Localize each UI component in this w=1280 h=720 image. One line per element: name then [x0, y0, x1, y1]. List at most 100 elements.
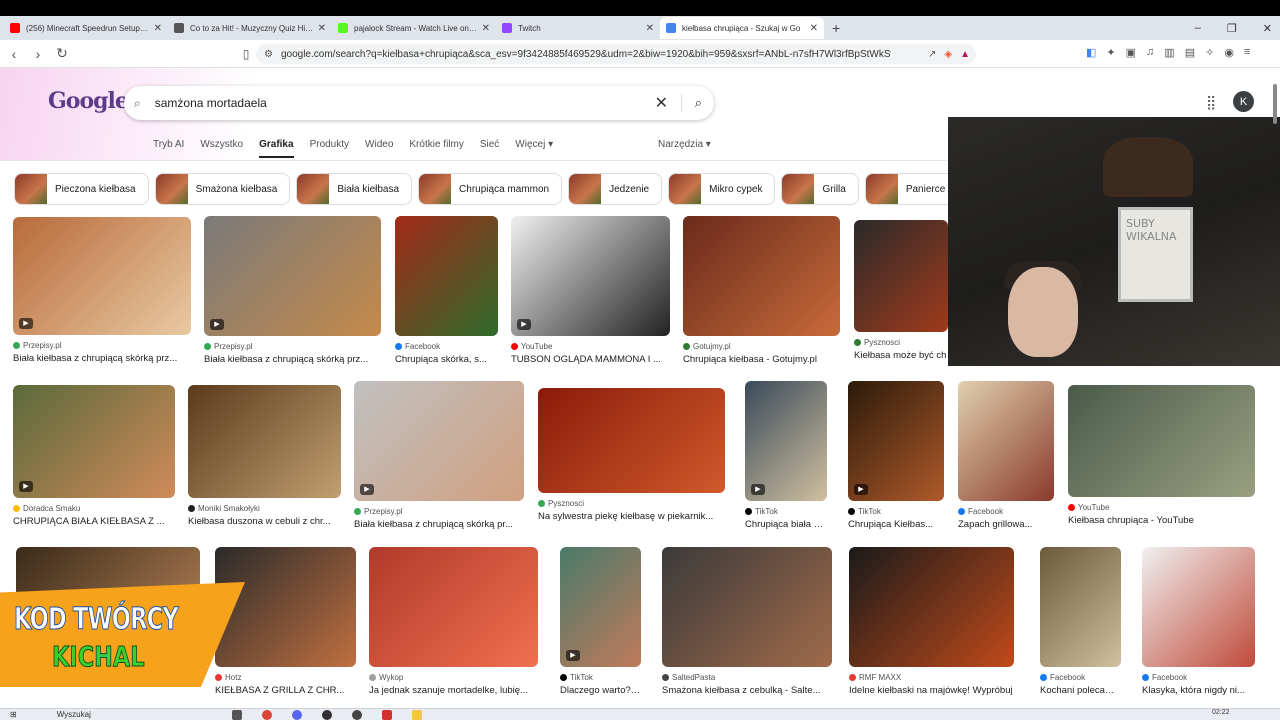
image-result[interactable]: YouTube Kiełbasa chrupiąca - YouTube [1068, 385, 1255, 526]
app-icon[interactable] [382, 710, 392, 720]
image-result[interactable]: ▶ TikTok Dlaczego warto? ... [560, 547, 641, 696]
image-result[interactable]: ▶ YouTube TUBSON OGLĄDA MAMMONA I ... [511, 216, 670, 365]
clear-icon[interactable]: ✕ [655, 93, 668, 113]
close-icon[interactable]: ✕ [154, 23, 162, 34]
filter-chip[interactable]: Grilla [781, 173, 859, 205]
result-source[interactable]: RMF MAXX [849, 673, 1014, 682]
brave-shield-icon[interactable]: ◈ [944, 49, 952, 60]
new-tab-button[interactable]: + [832, 20, 840, 36]
filter-chip[interactable]: Mikro cypek [668, 173, 776, 205]
result-source[interactable]: TikTok [745, 507, 827, 516]
image-result[interactable]: Wykop Ja jednak szanuje mortadelke, lubię… [369, 547, 538, 696]
app-icon[interactable] [352, 710, 362, 720]
image-result[interactable]: ▶ Przepisy.pl Biała kiełbasa z chrupiącą s… [354, 381, 524, 530]
tools-dropdown[interactable]: Narzędzia ▾ [658, 139, 711, 150]
result-thumbnail[interactable]: ▶ [511, 216, 670, 336]
result-source[interactable]: Facebook [1040, 673, 1121, 682]
obs-icon[interactable] [322, 710, 332, 720]
tab-products[interactable]: Produkty [310, 139, 349, 158]
browser-tab-active[interactable]: kiełbasa chrupiąca - Szukaj w Go ✕ [660, 17, 824, 39]
result-thumbnail[interactable] [662, 547, 832, 667]
result-title[interactable]: Kiełbasa może być ch [854, 350, 948, 361]
image-result[interactable]: Facebook Klasyka, która nigdy ni... [1142, 547, 1255, 696]
image-result[interactable]: Pysznosci Na sylwestra piekę kiełbasę w p… [538, 388, 725, 522]
result-title[interactable]: Smażona kiełbasa z cebulką - Salte... [662, 685, 832, 696]
result-thumbnail[interactable]: ▶ [13, 217, 191, 335]
result-title[interactable]: TUBSON OGLĄDA MAMMONA I ... [511, 354, 670, 365]
scrollbar-thumb[interactable] [1273, 84, 1277, 124]
result-thumbnail[interactable]: ▶ [745, 381, 827, 501]
tab-more[interactable]: Więcej ▾ [515, 139, 553, 158]
start-icon[interactable]: ⊞ [10, 710, 17, 719]
filter-chip[interactable]: Biała kiełbasa [296, 173, 413, 205]
result-thumbnail[interactable] [1040, 547, 1121, 667]
result-source[interactable]: Gotujmy.pl [683, 342, 840, 351]
result-title[interactable]: Biała kiełbasa z chrupiącą skórką pr... [354, 519, 524, 530]
result-title[interactable]: CHRUPIĄCA BIAŁA KIEŁBASA Z ... [13, 516, 175, 527]
wallet-icon[interactable]: ▤ [1185, 46, 1195, 59]
minimize-button[interactable]: – [1195, 22, 1201, 34]
result-title[interactable]: Klasyka, która nigdy ni... [1142, 685, 1255, 696]
close-icon[interactable]: ✕ [646, 23, 654, 34]
result-thumbnail[interactable] [683, 216, 840, 336]
result-title[interactable]: Ja jednak szanuje mortadelke, lubię... [369, 685, 538, 696]
result-thumbnail[interactable] [369, 547, 538, 667]
result-source[interactable]: Moniki Smakołyki [188, 504, 341, 513]
result-thumbnail[interactable] [395, 216, 498, 336]
result-source[interactable]: Pysznosci [538, 499, 725, 508]
apps-grid-icon[interactable]: ⣿ [1206, 94, 1216, 111]
google-logo[interactable]: Google [48, 88, 129, 114]
tab-short-videos[interactable]: Krótkie filmy [409, 139, 463, 158]
result-source[interactable]: Przepisy.pl [13, 341, 191, 350]
browser-tab[interactable]: (256) Minecraft Speedrun Setup Guid ✕ [4, 17, 168, 39]
result-source[interactable]: Wykop [369, 673, 538, 682]
search-input[interactable] [154, 96, 635, 110]
search-box[interactable]: ⌕ ✕ ⌕ [124, 86, 714, 120]
result-source[interactable]: YouTube [511, 342, 670, 351]
result-source[interactable]: Pysznosci [854, 338, 948, 347]
result-thumbnail[interactable]: ▶ [13, 385, 175, 498]
chrome-icon[interactable] [262, 710, 272, 720]
close-icon[interactable]: ✕ [482, 23, 490, 34]
image-result[interactable]: Moniki Smakołyki Kiełbasa duszona w cebul… [188, 385, 341, 527]
url-text[interactable]: google.com/search?q=kiełbasa+chrupiąca&s… [281, 49, 891, 60]
result-thumbnail[interactable] [958, 381, 1054, 501]
image-result[interactable]: Pysznosci Kiełbasa może być ch [854, 220, 948, 361]
image-result[interactable]: ▶ TikTok Chrupiąca biała kie... [745, 381, 827, 530]
close-window-button[interactable]: ✕ [1263, 22, 1272, 35]
result-source[interactable]: Facebook [958, 507, 1054, 516]
image-result[interactable]: Facebook Chrupiąca skórka, s... [395, 216, 498, 365]
close-icon[interactable]: ✕ [810, 23, 818, 34]
discord-icon[interactable] [292, 710, 302, 720]
result-title[interactable]: Kochani polecamy ... [1040, 685, 1121, 696]
result-thumbnail[interactable] [854, 220, 948, 332]
result-title[interactable]: Kiełbasa duszona w cebuli z chr... [188, 516, 341, 527]
image-result[interactable]: Facebook Kochani polecamy ... [1040, 547, 1121, 696]
result-title[interactable]: Zapach grillowa... [958, 519, 1054, 530]
image-result[interactable]: ▶ Doradca Smaku CHRUPIĄCA BIAŁA KIEŁBASA Z… [13, 385, 175, 527]
leo-icon[interactable]: ✧ [1205, 46, 1214, 59]
result-title[interactable]: Idelne kiełbaski na majówkę! Wypróbuj [849, 685, 1014, 696]
back-icon[interactable]: ‹ [4, 46, 24, 62]
result-source[interactable]: TikTok [560, 673, 641, 682]
image-result[interactable]: ▶ Przepisy.pl Biała kiełbasa z chrupiącą s… [204, 216, 381, 365]
rewards-icon[interactable]: ▲ [960, 49, 970, 60]
result-source[interactable]: Facebook [1142, 673, 1255, 682]
browser-tab[interactable]: pajalock Stream - Watch Live on Kick ✕ [332, 17, 496, 39]
result-source[interactable]: TikTok [848, 507, 944, 516]
tab-images[interactable]: Grafika [259, 139, 294, 158]
image-result[interactable]: Gotujmy.pl Chrupiąca kiełbasa - Gotujmy.p… [683, 216, 840, 365]
translate-icon[interactable]: ◧ [1086, 46, 1096, 59]
site-info-icon[interactable]: ⚙ [264, 49, 273, 60]
result-title[interactable]: Chrupiąca skórka, s... [395, 354, 498, 365]
result-title[interactable]: Dlaczego warto? ... [560, 685, 641, 696]
result-title[interactable]: Biała kiełbasa z chrupiącą skórką prz... [204, 354, 381, 365]
search-button-icon[interactable]: ⌕ [695, 95, 702, 111]
browser-tab[interactable]: Twitch ✕ [496, 17, 660, 39]
result-title[interactable]: Biała kiełbasa z chrupiącą skórką prz... [13, 353, 191, 364]
tab-ai-mode[interactable]: Tryb AI [153, 139, 184, 158]
result-source[interactable]: Doradca Smaku [13, 504, 175, 513]
extensions-icon[interactable]: ✦ [1106, 46, 1115, 59]
result-source[interactable]: YouTube [1068, 503, 1255, 512]
result-title[interactable]: Kiełbasa chrupiąca - YouTube [1068, 515, 1255, 526]
